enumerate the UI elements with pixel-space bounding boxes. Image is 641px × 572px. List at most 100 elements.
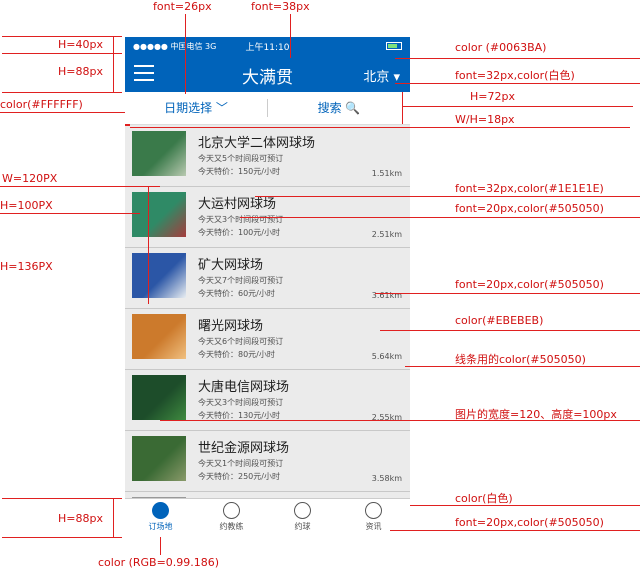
price-text: 今天特价：80元/小时: [198, 350, 275, 359]
annotation: font=32px,color(#1E1E1E): [455, 182, 604, 195]
globe-icon: [365, 502, 382, 519]
guide-line: [2, 92, 122, 93]
guide-line: [130, 127, 630, 128]
distance-text: 3.58km: [371, 474, 402, 483]
ball-icon: [294, 502, 311, 519]
guide-line: [240, 217, 640, 218]
annotation: H=40px: [58, 38, 103, 51]
guide-line: [402, 92, 403, 124]
guide-line: [255, 196, 640, 197]
list-item[interactable]: 大唐电信网球场 今天又3个时间段可预订 今天特价：130元/小时 2.55km: [125, 370, 410, 431]
status-bar: ●●●●● 中国电信 3G 上午11:10: [125, 37, 410, 54]
venue-photo: [132, 192, 186, 237]
guide-line: [390, 530, 640, 531]
battery-icon: [386, 42, 402, 50]
venue-name: 大唐电信网球场: [198, 380, 290, 395]
venue-name: 世纪金源网球场: [198, 441, 290, 456]
filter-bar: 日期选择 ﹀ 搜索 🔍: [125, 92, 410, 125]
guide-line: [403, 106, 633, 107]
price-text: 今天特价：100元/小时: [198, 228, 280, 237]
guide-line: [0, 112, 125, 113]
guide-line: [375, 293, 640, 294]
availability-text: 今天又7个时间段可预订: [198, 276, 284, 285]
guide-line: [2, 53, 122, 54]
annotation: color (RGB=0.99.186): [98, 556, 220, 569]
distance-text: 1.51km: [371, 169, 402, 178]
annotation: font=32px,color(白色): [455, 69, 575, 82]
search-button[interactable]: 搜索 🔍: [268, 92, 410, 124]
guide-line: [380, 330, 640, 331]
annotation: W=120PX: [2, 172, 58, 185]
guide-line: [113, 498, 114, 537]
guide-line: [2, 537, 122, 538]
price-text: 今天特价：60元/小时: [198, 289, 275, 298]
annotation: color(白色): [455, 492, 513, 505]
guide-line: [148, 186, 149, 304]
venue-photo: [132, 314, 186, 359]
annotation: W/H=18px: [455, 113, 515, 126]
annotation: H=136PX: [0, 260, 53, 273]
annotation: H=88px: [58, 512, 103, 525]
guide-line: [405, 366, 640, 367]
annotation: color (#0063BA): [455, 41, 547, 54]
annotation: font=20px,color(#505050): [455, 202, 604, 215]
annotation: color(#FFFFFF): [0, 98, 83, 111]
annotation: font=20px,color(#505050): [455, 516, 604, 529]
list-item[interactable]: 曙光网球场今天又6个时间段可预订 今天特价：80元/小时 5.64km: [125, 309, 410, 370]
guide-line: [2, 498, 122, 499]
guide-line: [113, 36, 114, 92]
guide-line: [395, 58, 640, 59]
annotation: H=88px: [58, 65, 103, 78]
guide-line: [0, 213, 140, 214]
annotation: H=100PX: [0, 199, 53, 212]
annotation: font=26px: [153, 0, 212, 13]
phone-screen: ●●●●● 中国电信 3G 上午11:10 大满贯 北京 ▾ 日期选择 ﹀ 搜索…: [125, 37, 410, 537]
guide-line: [185, 14, 186, 94]
tab-bar: 订场地 约教练 约球 资讯: [125, 498, 410, 537]
guide-line: [395, 83, 640, 84]
tab-1[interactable]: 约教练: [196, 499, 267, 537]
list-item[interactable]: 北京大学二体网球场今天又5个时间段可预订 今天特价：150元/小时 1.51km: [125, 126, 410, 187]
venue-name: 曙光网球场: [198, 319, 264, 334]
tab-label: 约教练: [219, 522, 244, 531]
tab-3[interactable]: 资讯: [338, 499, 409, 537]
guide-line: [160, 537, 161, 555]
clock-label: 上午11:10: [245, 43, 290, 53]
price-text: 今天特价：250元/小时: [198, 472, 280, 481]
venue-name: 矿大网球场: [198, 258, 264, 273]
annotation: 线条用的color(#505050): [455, 353, 586, 366]
venue-photo: [132, 253, 186, 298]
date-picker-button[interactable]: 日期选择 ﹀: [125, 92, 267, 124]
availability-text: 今天又3个时间段可预订: [198, 215, 284, 224]
coach-icon: [223, 502, 240, 519]
distance-text: 5.64km: [371, 352, 402, 361]
tab-2[interactable]: 约球: [267, 499, 338, 537]
venue-photo: [132, 375, 186, 420]
venue-name: 北京大学二体网球场: [198, 136, 316, 151]
clock-icon: [152, 502, 169, 519]
tab-label: 约球: [294, 522, 311, 531]
price-text: 今天特价：150元/小时: [198, 167, 280, 176]
list-item[interactable]: 世纪金源网球场今天又1个时间段可预订 今天特价：250元/小时 3.58km: [125, 431, 410, 492]
availability-text: 今天又3个时间段可预订: [198, 398, 284, 407]
list-item[interactable]: 矿大网球场 今天又7个时间段可预订 今天特价：60元/小时 3.61km: [125, 248, 410, 309]
annotation: color(#EBEBEB): [455, 314, 544, 327]
annotation: font=20px,color(#505050): [455, 278, 604, 291]
annotation: font=38px: [251, 0, 310, 13]
venue-list: 北京大学二体网球场 今天又5个时间段可预订 今天特价：150元/小时 1.51km 大运…: [125, 126, 410, 537]
availability-text: 今天又5个时间段可预订: [198, 154, 284, 163]
distance-text: 2.51km: [371, 230, 402, 239]
guide-line: [2, 36, 122, 37]
venue-photo: [132, 131, 186, 176]
availability-text: 今天又1个时间段可预订: [198, 459, 284, 468]
nav-bar: 大满贯 北京 ▾: [125, 54, 410, 92]
guide-line: [290, 14, 291, 58]
venue-photo: [132, 436, 186, 481]
tab-label: 资讯: [365, 522, 382, 531]
tab-label: 订场地: [148, 522, 173, 531]
annotation: H=72px: [470, 90, 515, 103]
guide-line: [410, 505, 640, 506]
guide-line: [160, 420, 640, 421]
tab-0[interactable]: 订场地: [125, 499, 196, 537]
availability-text: 今天又6个时间段可预订: [198, 337, 284, 346]
